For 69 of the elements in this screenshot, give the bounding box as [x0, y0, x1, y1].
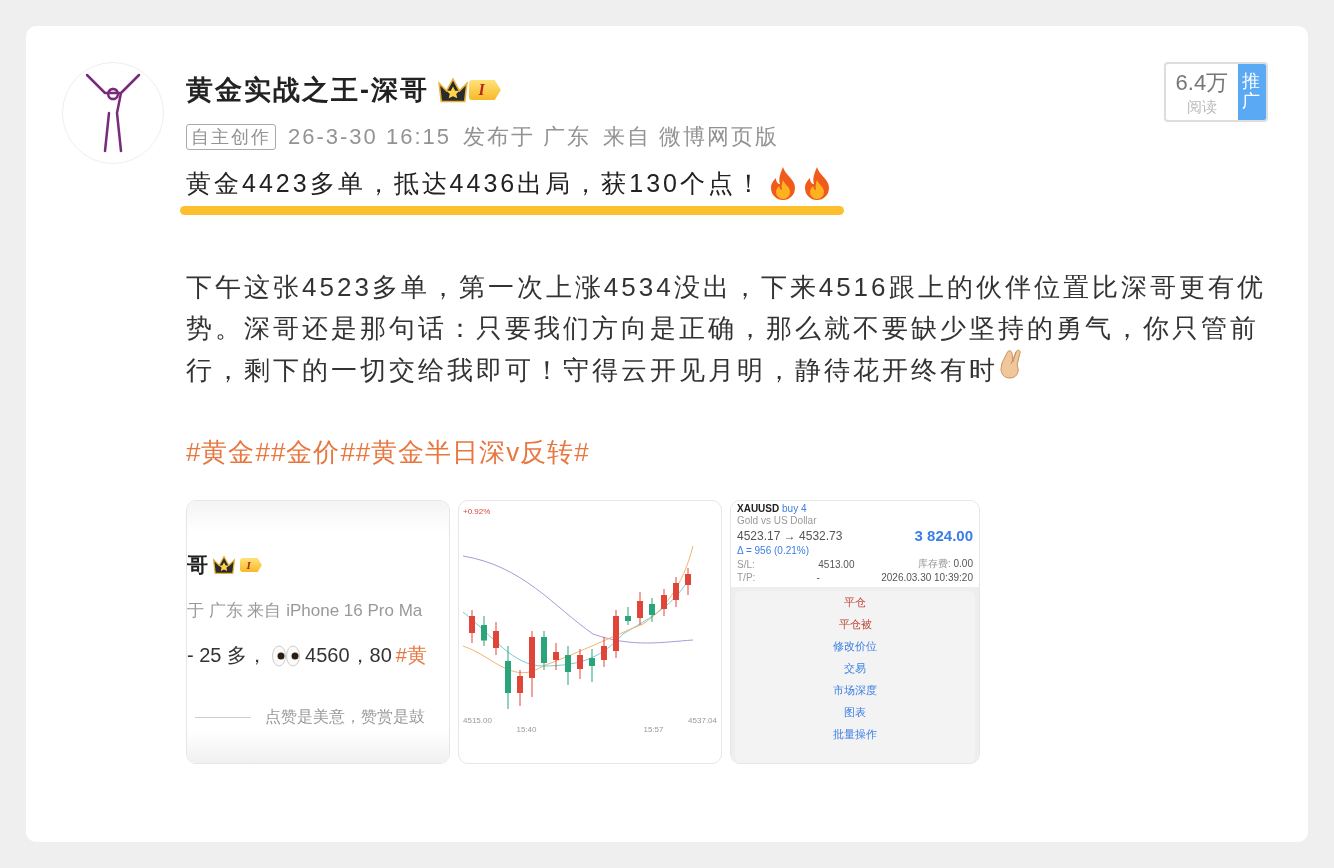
candle	[553, 642, 559, 671]
candle	[529, 630, 535, 698]
candle	[673, 576, 679, 608]
price-range: 4523.17 → 4532.73	[737, 528, 843, 543]
side-text: buy 4	[782, 503, 807, 514]
post-body: 下午这张4523多单，第一次上涨4534没出，下来4516跟上的伙伴位置比深哥更有优势。深哥还是那句话：只要我们方向是正确，那么就不要缺少坚持的勇气，你只管前行，剩下的一切交给我即可！守得云开见月明，静待花开终有时	[186, 271, 1266, 387]
post-text: 4560，80	[305, 643, 392, 668]
menu-item[interactable]: 平仓	[844, 591, 866, 613]
eyes-icon	[271, 644, 302, 667]
menu-item[interactable]: 修改价位	[833, 635, 877, 657]
candle	[637, 591, 643, 626]
level-badge: I	[240, 557, 262, 573]
candle	[493, 621, 499, 656]
field-value: 4513.00	[818, 558, 855, 570]
menu-item[interactable]: 市场深度	[833, 679, 877, 701]
crown-icon	[212, 555, 236, 575]
headline-text: 黄金4423多单，抵达4436出局，获130个点！	[186, 167, 764, 199]
candle	[577, 648, 583, 680]
candle	[589, 648, 595, 683]
menu-item[interactable]: 平仓被	[838, 613, 872, 635]
read-count: 6.4万	[1175, 68, 1229, 97]
candle	[649, 597, 655, 623]
author-name: 哥	[187, 552, 208, 578]
candle	[625, 606, 631, 626]
candle	[565, 645, 571, 686]
hashtag-link[interactable]: #黄	[395, 642, 427, 669]
change-percent: +0.92%	[463, 507, 492, 516]
crown-icon	[437, 77, 469, 103]
original-tag: 自主创作	[186, 124, 276, 150]
candle	[505, 645, 511, 710]
promote-button[interactable]: 推广	[1238, 64, 1266, 120]
crossed-fingers-icon	[998, 349, 1024, 379]
delta-text: Δ = 956 (0.21%)	[737, 545, 810, 556]
candle	[661, 588, 667, 617]
time-label: 15:57	[643, 725, 664, 734]
time-label: 15:40	[516, 725, 537, 734]
level-badge: I	[469, 79, 501, 101]
hashtag-link[interactable]: #黄金半日深v反转#	[355, 435, 590, 470]
price-label: 4515.00	[463, 716, 492, 725]
post-location: 发布于 广东	[463, 123, 592, 151]
candle	[613, 609, 619, 659]
author-name[interactable]: 黄金实战之王-深哥	[186, 72, 429, 108]
candle	[685, 567, 691, 596]
field-value: 2026.03.30 10:39:20	[881, 572, 973, 583]
field-value: -	[816, 572, 820, 583]
post-source: 来自 微博网页版	[603, 123, 780, 151]
menu-item[interactable]: 图表	[844, 701, 866, 723]
field-value: 0.00	[953, 558, 973, 569]
candle	[469, 609, 475, 644]
post-text: - 25 多，	[187, 643, 268, 668]
symbol-description: Gold vs US Dollar	[737, 515, 818, 526]
candle	[601, 636, 607, 668]
reward-hint: 点赞是美意，赞赏是鼓	[265, 707, 425, 727]
menu-item[interactable]: 批量操作	[833, 723, 877, 745]
field-label: S/L:	[737, 558, 755, 570]
read-label: 阅读	[1186, 97, 1217, 117]
post-meta: 于 广东 来自 iPhone 16 Pro Ma	[187, 600, 423, 622]
candle	[481, 615, 487, 647]
menu-item[interactable]: 交易	[844, 657, 866, 679]
price-label: 4537.04	[688, 716, 717, 725]
hashtag-link[interactable]: #黄金#	[186, 435, 271, 470]
hashtag-link[interactable]: #金价#	[270, 435, 356, 470]
symbol-text: XAUUSD	[737, 503, 780, 514]
post-time[interactable]: 26-3-30 16:15	[288, 124, 451, 150]
profit-value: 3 824.00	[914, 527, 973, 544]
field-label: T/P:	[737, 572, 756, 583]
candle	[517, 669, 523, 707]
candle	[541, 630, 547, 671]
field-label: 库存费:	[917, 558, 952, 569]
